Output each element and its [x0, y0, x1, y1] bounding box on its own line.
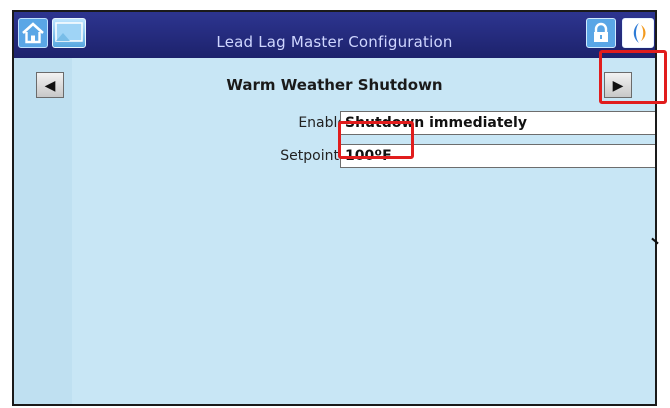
- enable-label: Enable: [298, 115, 346, 131]
- window-title: Lead Lag Master Configuration: [216, 33, 453, 51]
- titlebar: Lead Lag Master Configuration: [14, 12, 655, 58]
- left-panel: [14, 58, 72, 404]
- lock-icon[interactable]: [586, 18, 616, 48]
- logo-icon[interactable]: [622, 18, 654, 48]
- next-button-highlight: [599, 50, 667, 104]
- page-title: Warm Weather Shutdown: [226, 76, 443, 94]
- setpoint-label: Setpoint: [280, 148, 339, 164]
- device-screen: Lead Lag Master Configuration ◀ Warm Wea…: [12, 10, 657, 406]
- content-area: ◀ Warm Weather Shutdown ▶ Enable Shutdow…: [14, 58, 655, 404]
- setpoint-highlight: [338, 121, 414, 159]
